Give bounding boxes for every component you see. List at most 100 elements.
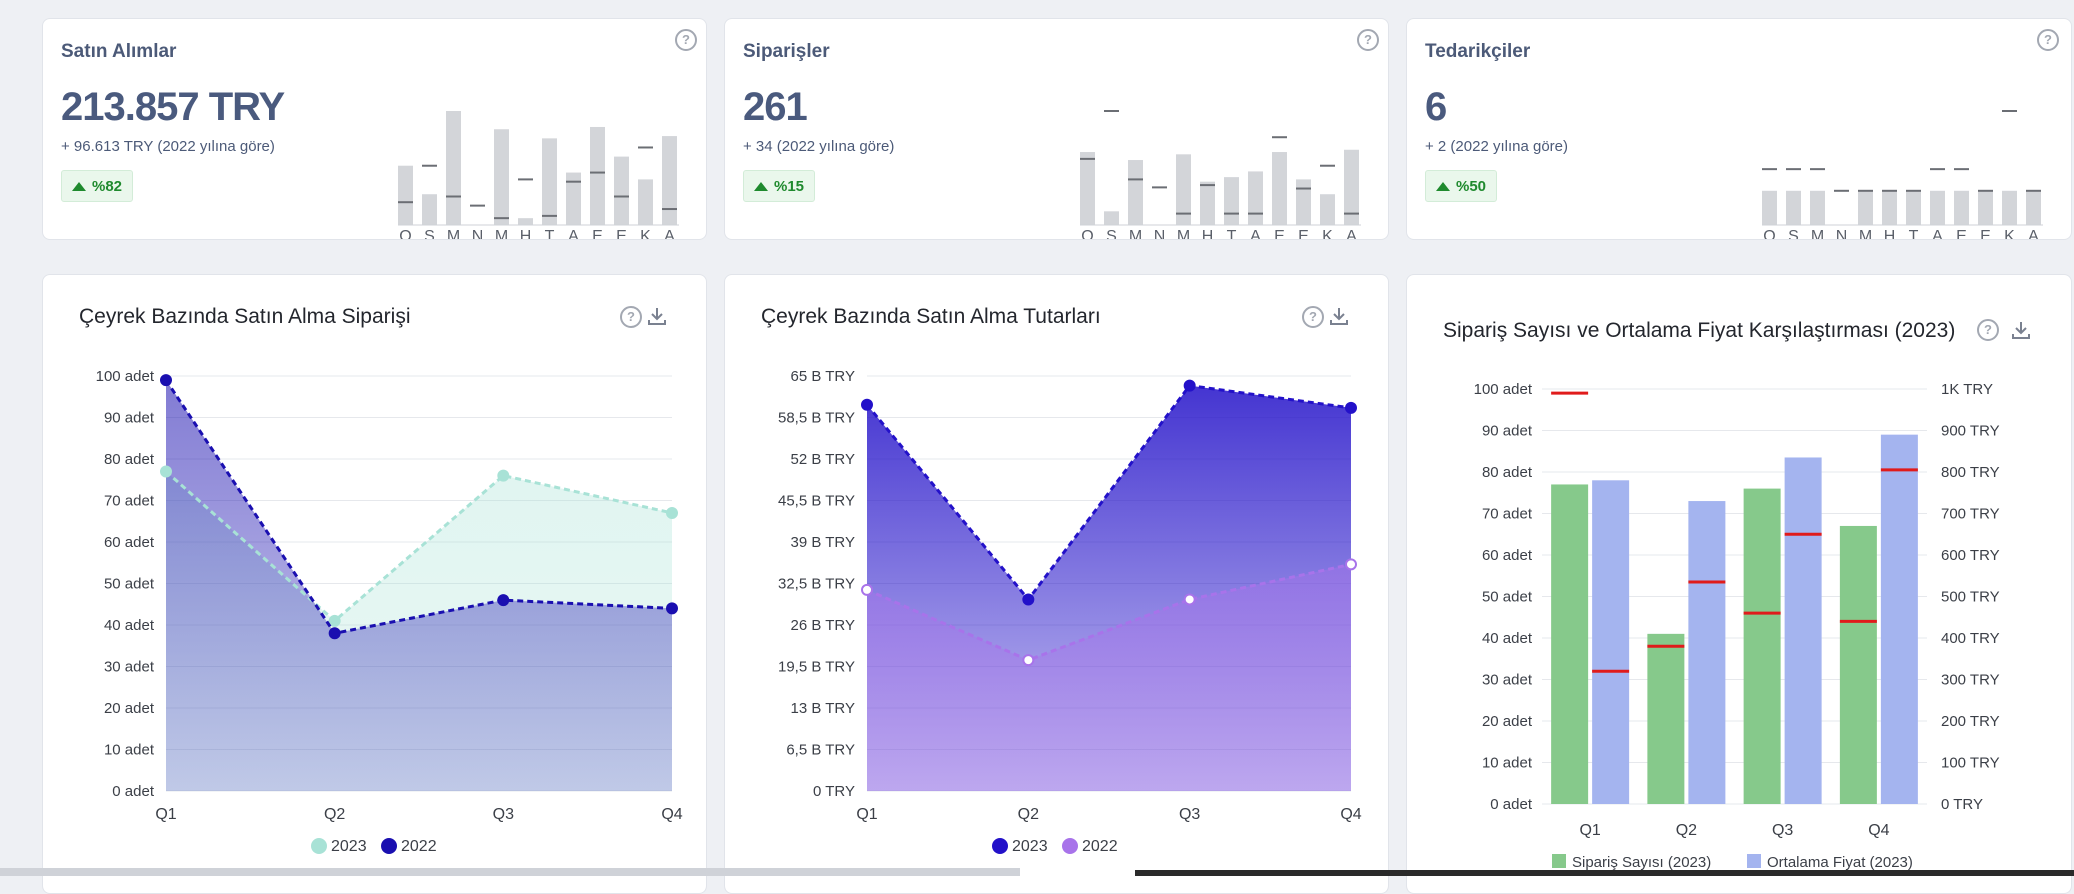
y-tick-label: 13 B TRY bbox=[791, 700, 855, 717]
sparkline-month-label: N bbox=[1154, 228, 1166, 240]
y-tick-label: 20 adet bbox=[104, 700, 155, 717]
kpi-title: Tedarikçiler bbox=[1425, 41, 1531, 62]
sparkline-month-label: H bbox=[1884, 228, 1896, 240]
sparkline-month-label: T bbox=[545, 228, 555, 240]
sparkline-bar bbox=[1954, 190, 1969, 225]
count-bar bbox=[1551, 484, 1589, 804]
price-bar bbox=[1880, 434, 1918, 804]
y-tick-label-right: 200 TRY bbox=[1941, 713, 2000, 730]
sparkline-month-label: Ş bbox=[1788, 228, 1799, 240]
sparkline-bar bbox=[398, 165, 413, 225]
sparkline-bar bbox=[1272, 152, 1287, 225]
data-point bbox=[328, 614, 341, 627]
y-tick-label-right: 300 TRY bbox=[1941, 672, 2000, 689]
y-tick-label-left: 10 adet bbox=[1482, 755, 1533, 772]
sparkline-month-label: A bbox=[2028, 228, 2039, 240]
y-tick-label: 58,5 B TRY bbox=[778, 410, 855, 427]
sparkline-chart: OŞMNMHTAEEKA bbox=[398, 111, 679, 240]
data-point bbox=[1183, 379, 1196, 392]
sparkline-bar bbox=[590, 126, 605, 225]
x-tick-label: Q3 bbox=[493, 806, 514, 823]
kpi-comparison: + 34 (2022 yılına göre) bbox=[743, 138, 895, 155]
sparkline-bar bbox=[542, 138, 557, 225]
legend-marker bbox=[1552, 854, 1566, 868]
sparkline-bar bbox=[1128, 160, 1143, 225]
x-tick-label: Q1 bbox=[1579, 822, 1600, 839]
data-point bbox=[160, 465, 172, 478]
data-point bbox=[861, 398, 873, 411]
sparkline-bar bbox=[1080, 152, 1095, 225]
kpi-change-badge: %15 bbox=[743, 170, 816, 202]
sparkline-month-label: H bbox=[1202, 228, 1214, 240]
sparkline-bar bbox=[422, 194, 437, 225]
y-tick-label: 26 B TRY bbox=[791, 617, 855, 634]
window-shadow bbox=[0, 868, 1020, 876]
help-icon[interactable]: ? bbox=[1357, 29, 1379, 51]
sparkline-month-label: O bbox=[1081, 228, 1093, 240]
data-point bbox=[497, 594, 510, 607]
sparkline-month-label: K bbox=[1322, 228, 1333, 240]
count-bar bbox=[1743, 488, 1781, 804]
chart-card-order-price-comparison: Sipariş Sayısı ve Ortalama Fiyat Karşıla… bbox=[1406, 274, 2072, 894]
y-tick-label-right: 0 TRY bbox=[1941, 796, 1983, 813]
area-chart: 0 adet 10 adet 20 adet 30 adet 40 adet 50 ade… bbox=[96, 368, 683, 855]
help-icon[interactable]: ? bbox=[2037, 29, 2059, 51]
sparkline-month-label: E bbox=[592, 228, 603, 240]
sparkline-chart: OŞMNMHTAEEKA bbox=[1080, 110, 1361, 240]
sparkline-month-label: T bbox=[1227, 228, 1237, 240]
kpi-change-value: %50 bbox=[1456, 178, 1487, 195]
kpi-change-value: %15 bbox=[774, 178, 805, 195]
sparkline-month-label: A bbox=[1250, 228, 1261, 240]
y-tick-label-left: 30 adet bbox=[1482, 672, 1533, 689]
kpi-comparison: + 96.613 TRY (2022 yılına göre) bbox=[61, 138, 275, 155]
sparkline-bar bbox=[614, 156, 629, 225]
sparkline-bar bbox=[1762, 190, 1777, 225]
y-tick-label-left: 70 adet bbox=[1482, 506, 1533, 523]
sparkline-month-label: A bbox=[664, 228, 675, 240]
sparkline-bar bbox=[1248, 171, 1263, 225]
kpi-title: Siparişler bbox=[743, 41, 830, 62]
data-point bbox=[1022, 654, 1035, 667]
sparkline-bar bbox=[2026, 190, 2041, 225]
y-tick-label: 19,5 B TRY bbox=[778, 659, 855, 676]
y-tick-label-left: 80 adet bbox=[1482, 464, 1533, 481]
sparkline-month-label: A bbox=[1932, 228, 1943, 240]
count-bar bbox=[1647, 633, 1685, 804]
y-tick-label: 10 adet bbox=[104, 742, 155, 759]
y-tick-label-right: 600 TRY bbox=[1941, 547, 2000, 564]
legend-label: 2022 bbox=[401, 838, 437, 855]
kpi-value: 213.857 TRY bbox=[61, 85, 285, 129]
sparkline-bar bbox=[638, 179, 653, 225]
legend-marker bbox=[992, 838, 1008, 854]
y-tick-label: 30 adet bbox=[104, 659, 155, 676]
sparkline-month-label: K bbox=[640, 228, 651, 240]
y-tick-label: 80 adet bbox=[104, 451, 155, 468]
sparkline-bar bbox=[518, 218, 533, 225]
sparkline-bar bbox=[1104, 211, 1119, 225]
sparkline-month-label: M bbox=[1177, 228, 1190, 240]
legend-label: 2023 bbox=[331, 838, 367, 855]
x-tick-label: Q4 bbox=[1340, 806, 1361, 823]
legend-label: 2022 bbox=[1082, 838, 1118, 855]
sparkline-month-label: M bbox=[495, 228, 508, 240]
sparkline-month-label: M bbox=[447, 228, 460, 240]
sparkline-bar bbox=[566, 172, 581, 225]
x-tick-label: Q3 bbox=[1772, 822, 1793, 839]
y-tick-label: 0 adet bbox=[112, 783, 155, 800]
sparkline-chart: OŞMNMHTAEEKA bbox=[1762, 110, 2043, 240]
sparkline-bar bbox=[1882, 190, 1897, 225]
sparkline-bar bbox=[1224, 177, 1239, 225]
price-bar bbox=[1688, 501, 1726, 804]
y-tick-label-right: 700 TRY bbox=[1941, 506, 2000, 523]
up-arrow-icon bbox=[1436, 182, 1450, 191]
help-icon[interactable]: ? bbox=[675, 29, 697, 51]
y-tick-label-left: 60 adet bbox=[1482, 547, 1533, 564]
x-tick-label: Q1 bbox=[155, 806, 176, 823]
legend-label: Sipariş Sayısı (2023) bbox=[1572, 854, 1711, 871]
sparkline-month-label: M bbox=[1859, 228, 1872, 240]
y-tick-label-left: 0 adet bbox=[1490, 796, 1533, 813]
sparkline-bar bbox=[1810, 190, 1825, 225]
data-point bbox=[497, 469, 510, 482]
combo-bar-chart: 0 adet 0 TRY 10 adet 100 TRY 20 adet 200 TRY 3… bbox=[1474, 381, 2000, 871]
up-arrow-icon bbox=[754, 182, 768, 191]
